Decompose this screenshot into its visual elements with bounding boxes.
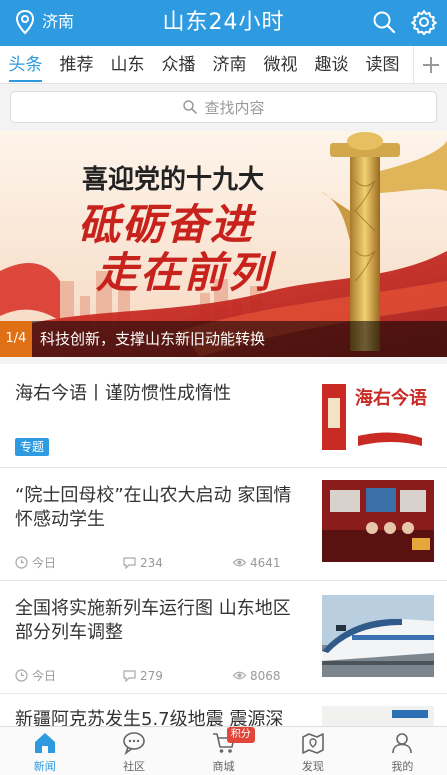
list-item[interactable]: 全国将实施新列车运行图 山东地区部分列车调整 今日 279 8068: [0, 581, 447, 694]
comment-icon: [123, 557, 136, 569]
banner-caption-bar: 1/4 科技创新，支撑山东新旧动能转换: [0, 321, 447, 357]
news-title: 全国将实施新列车运行图 山东地区部分列车调整: [15, 598, 291, 643]
thumb-logo-text: 海右今语: [355, 388, 427, 409]
channel-tabs: 头条 推荐 山东 众播 济南 微视 趣谈 读图: [0, 46, 447, 84]
gear-icon[interactable]: [411, 9, 437, 35]
news-meta: 今日 234 4641: [15, 554, 281, 571]
search-icon[interactable]: [371, 9, 397, 35]
news-list: 海右今语丨谨防惯性成惰性 专题 海右今语 “院士回母校”在山农大启动 家国情怀感…: [0, 364, 447, 726]
nav-label: 商城: [212, 760, 235, 773]
search-icon: [183, 100, 198, 114]
nav-profile[interactable]: 我的: [358, 727, 447, 775]
publish-time: 今日: [32, 556, 57, 570]
chat-bubble-icon: [123, 732, 145, 756]
search-placeholder: 查找内容: [204, 98, 265, 117]
news-thumbnail: [322, 480, 434, 562]
list-item[interactable]: “院士回母校”在山农大启动 家国情怀感动学生 今日 234 4641: [0, 468, 447, 581]
nav-label: 新闻: [33, 760, 56, 773]
tab-recommend[interactable]: 推荐: [51, 46, 102, 84]
tab-microvideo[interactable]: 微视: [255, 46, 306, 84]
nav-label: 发现: [301, 760, 324, 773]
banner-headline-3: 走在前列: [96, 248, 273, 297]
news-title: 海右今语丨谨防惯性成惰性: [15, 383, 231, 404]
user-icon: [392, 733, 413, 754]
tab-zhongbo[interactable]: 众播: [153, 46, 204, 84]
search-input[interactable]: 查找内容: [10, 91, 437, 123]
nav-news[interactable]: 新闻: [0, 727, 89, 775]
news-meta: 今日 279 8068: [15, 667, 281, 684]
nav-discover[interactable]: 发现: [268, 727, 357, 775]
tab-jinan[interactable]: 济南: [204, 46, 255, 84]
nav-label: 我的: [391, 760, 414, 773]
list-item[interactable]: 海右今语丨谨防惯性成惰性 专题 海右今语: [0, 364, 447, 468]
tab-dutu[interactable]: 读图: [357, 46, 408, 84]
bottom-navigation: 新闻 社区 积分 商城 发现 我的: [0, 726, 447, 775]
publish-time: 今日: [32, 669, 57, 683]
list-item[interactable]: 新疆阿克苏发生5.7级地震 震源深: [0, 694, 447, 726]
add-channel-plus-icon[interactable]: [413, 46, 447, 84]
topic-badge: 专题: [15, 438, 50, 456]
comment-icon: [123, 670, 136, 682]
nav-community[interactable]: 社区: [89, 727, 178, 775]
eye-icon: [233, 671, 246, 680]
points-badge: 积分: [226, 727, 255, 743]
clock-icon: [15, 556, 28, 569]
tab-shandong[interactable]: 山东: [102, 46, 153, 84]
nav-label: 社区: [123, 760, 146, 773]
top-banner-carousel[interactable]: 喜迎党的十九大 砥砺奋进 走在前列 1/4 科技创新，支撑山东新旧动能转换: [0, 131, 447, 357]
comment-count: 279: [140, 668, 163, 683]
map-icon: [302, 733, 324, 754]
comment-count: 234: [140, 555, 163, 570]
nav-shop[interactable]: 积分 商城: [179, 727, 268, 775]
news-thumbnail: 海右今语: [322, 376, 434, 458]
clock-icon: [15, 669, 28, 682]
banner-caption: 科技创新，支撑山东新旧动能转换: [40, 330, 266, 348]
view-count: 4641: [250, 555, 281, 570]
view-count: 8068: [250, 668, 281, 683]
tab-headlines[interactable]: 头条: [0, 46, 51, 84]
news-title: “院士回母校”在山农大启动 家国情怀感动学生: [15, 485, 292, 530]
top-header: 济南 山东24小时: [0, 0, 447, 46]
tab-qutan[interactable]: 趣谈: [306, 46, 357, 84]
news-thumbnail: [322, 595, 434, 677]
news-thumbnail: [322, 706, 434, 726]
home-icon: [34, 733, 55, 753]
banner-page-indicator: 1/4: [0, 321, 32, 357]
eye-icon: [233, 558, 246, 567]
news-title: 新疆阿克苏发生5.7级地震 震源深: [15, 709, 284, 726]
